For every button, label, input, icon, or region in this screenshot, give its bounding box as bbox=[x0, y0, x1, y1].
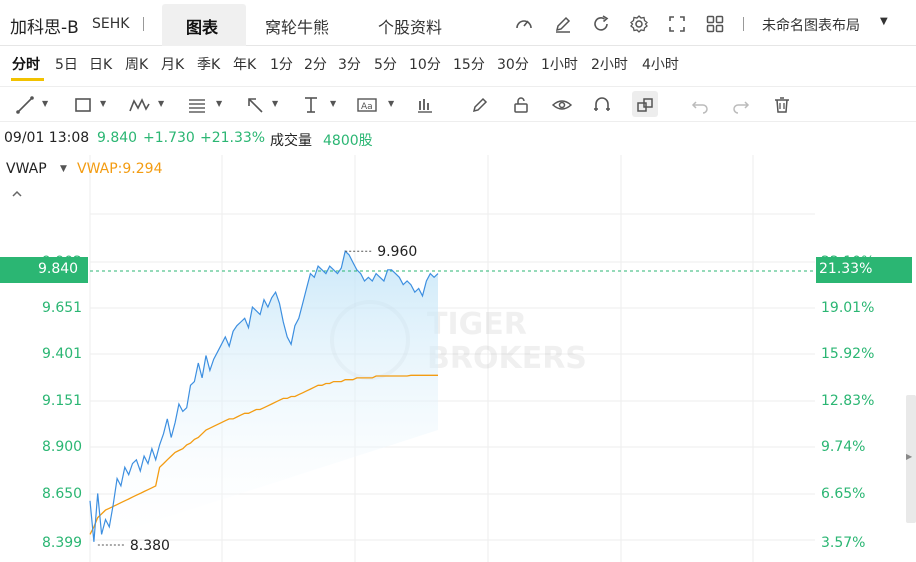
settings-icon[interactable] bbox=[628, 13, 650, 35]
period-6[interactable]: 年K bbox=[233, 54, 256, 74]
indicator-bars-icon[interactable] bbox=[414, 94, 436, 116]
current-pct-tag: 21.33% bbox=[816, 257, 912, 283]
period-15[interactable]: 2小时 bbox=[591, 54, 628, 74]
period-7[interactable]: 1分 bbox=[270, 54, 293, 74]
period-13[interactable]: 30分 bbox=[497, 54, 529, 74]
period-12[interactable]: 15分 bbox=[453, 54, 485, 74]
chevron-down-icon[interactable]: ▼ bbox=[216, 99, 222, 108]
price-line bbox=[89, 250, 439, 542]
period-8[interactable]: 2分 bbox=[304, 54, 327, 74]
collapse-icon[interactable] bbox=[10, 188, 24, 200]
period-9[interactable]: 3分 bbox=[338, 54, 361, 74]
period-1[interactable]: 5日 bbox=[55, 54, 78, 74]
fibonacci-tool-icon[interactable] bbox=[186, 94, 208, 116]
tab-warrants[interactable]: 窝轮牛熊 bbox=[265, 14, 329, 38]
low-price-label: 8.380 bbox=[130, 538, 170, 554]
quote-change: +1.730 bbox=[143, 130, 195, 146]
high-price-label: 9.960 bbox=[377, 244, 417, 260]
eye-icon[interactable] bbox=[551, 94, 573, 116]
percent-tick-label: 9.74% bbox=[821, 439, 866, 455]
trash-icon[interactable] bbox=[771, 94, 793, 116]
watermark-text: TIGER bbox=[427, 307, 527, 342]
chevron-down-icon[interactable]: ▼ bbox=[100, 99, 106, 108]
intraday-chart[interactable]: TIGERBROKERS9.9608.3809.90222.10% bbox=[0, 0, 916, 562]
top-header: 加科思-B SEHK 图表 窝轮牛熊 个股资料 未命名图表布局 ▼ bbox=[0, 0, 916, 46]
period-5[interactable]: 季K bbox=[197, 54, 220, 74]
drawing-toolbar: ▼ ▼ ▼ ▼ ▼ ▼ Aa ▼ bbox=[0, 86, 916, 122]
refresh-icon[interactable] bbox=[590, 13, 612, 35]
chevron-down-icon[interactable]: ▼ bbox=[880, 16, 888, 27]
rectangle-tool-icon[interactable] bbox=[72, 94, 94, 116]
period-11[interactable]: 10分 bbox=[409, 54, 441, 74]
stock-name: 加科思-B bbox=[10, 18, 79, 38]
fullscreen-icon[interactable] bbox=[666, 13, 688, 35]
watermark-text: BROKERS bbox=[427, 341, 587, 376]
period-14[interactable]: 1小时 bbox=[541, 54, 578, 74]
percent-tick-label: 6.65% bbox=[821, 486, 866, 502]
price-tick-label: 8.399 bbox=[42, 535, 83, 551]
header-divider-right bbox=[743, 17, 744, 31]
period-16[interactable]: 4小时 bbox=[642, 54, 679, 74]
percent-tick-label: 19.01% bbox=[821, 300, 875, 316]
indicator-name[interactable]: VWAP bbox=[6, 161, 47, 177]
chevron-right-icon[interactable]: ▶ bbox=[906, 452, 912, 461]
header-divider bbox=[143, 17, 144, 31]
tab-stock-profile[interactable]: 个股资料 bbox=[378, 14, 442, 38]
undo-icon[interactable] bbox=[689, 94, 711, 116]
price-tick-label: 8.900 bbox=[42, 439, 83, 455]
period-0[interactable]: 分时 bbox=[12, 54, 40, 74]
price-tick-label: 9.401 bbox=[42, 346, 83, 362]
period-4[interactable]: 月K bbox=[161, 54, 184, 74]
grid-icon[interactable] bbox=[704, 13, 726, 35]
chevron-down-icon[interactable]: ▼ bbox=[388, 99, 394, 108]
vwap-line bbox=[89, 374, 438, 535]
period-10[interactable]: 5分 bbox=[374, 54, 397, 74]
percent-tick-label: 15.92% bbox=[821, 346, 875, 362]
volume-value: 4800股 bbox=[323, 133, 373, 149]
quote-change-pct: +21.33% bbox=[200, 130, 266, 146]
chevron-down-icon[interactable]: ▼ bbox=[158, 99, 164, 108]
gauge-icon[interactable] bbox=[513, 13, 535, 35]
active-period-underline bbox=[11, 78, 44, 81]
chevron-down-icon[interactable]: ▼ bbox=[330, 99, 336, 108]
edit-icon[interactable] bbox=[552, 13, 574, 35]
volume-label: 成交量 bbox=[270, 133, 312, 149]
percent-tick-label: 12.83% bbox=[821, 393, 875, 409]
pattern-tool-icon[interactable] bbox=[128, 94, 150, 116]
price-tick-label: 8.650 bbox=[42, 486, 83, 502]
vwap-value: VWAP:9.294 bbox=[77, 161, 163, 177]
quote-price: 9.840 bbox=[97, 130, 138, 146]
text-tool-icon[interactable]: Aa bbox=[356, 94, 378, 116]
watermark-logo bbox=[330, 300, 410, 380]
price-range-tool-icon[interactable] bbox=[300, 94, 322, 116]
price-tick-label: 9.651 bbox=[42, 300, 83, 316]
layout-selector[interactable]: 未命名图表布局 bbox=[762, 15, 860, 35]
chevron-down-icon[interactable]: ▼ bbox=[42, 99, 48, 108]
pencil-icon[interactable] bbox=[469, 94, 491, 116]
price-tick-label: 9.151 bbox=[42, 393, 83, 409]
percent-tick-label: 3.57% bbox=[821, 535, 866, 551]
chevron-down-icon[interactable]: ▼ bbox=[272, 99, 278, 108]
arrow-tool-icon[interactable] bbox=[244, 94, 266, 116]
tab-chart[interactable]: 图表 bbox=[186, 14, 218, 38]
price-area bbox=[90, 251, 438, 542]
tiger-watermark: TIGERBROKERS bbox=[330, 300, 587, 380]
magnet-icon[interactable] bbox=[591, 94, 613, 116]
svg-text:Aa: Aa bbox=[361, 102, 373, 112]
period-2[interactable]: 日K bbox=[89, 54, 112, 74]
current-price-tag: 9.840 bbox=[0, 257, 88, 283]
chevron-down-icon[interactable]: ▼ bbox=[60, 164, 67, 174]
unlock-icon[interactable] bbox=[510, 94, 532, 116]
trend-line-tool-icon[interactable] bbox=[14, 94, 36, 116]
redo-icon[interactable] bbox=[730, 94, 752, 116]
period-3[interactable]: 周K bbox=[125, 54, 148, 74]
quote-time: 09/01 13:08 bbox=[4, 130, 90, 146]
link-icon[interactable] bbox=[634, 94, 656, 116]
exchange-label: SEHK bbox=[92, 16, 130, 32]
